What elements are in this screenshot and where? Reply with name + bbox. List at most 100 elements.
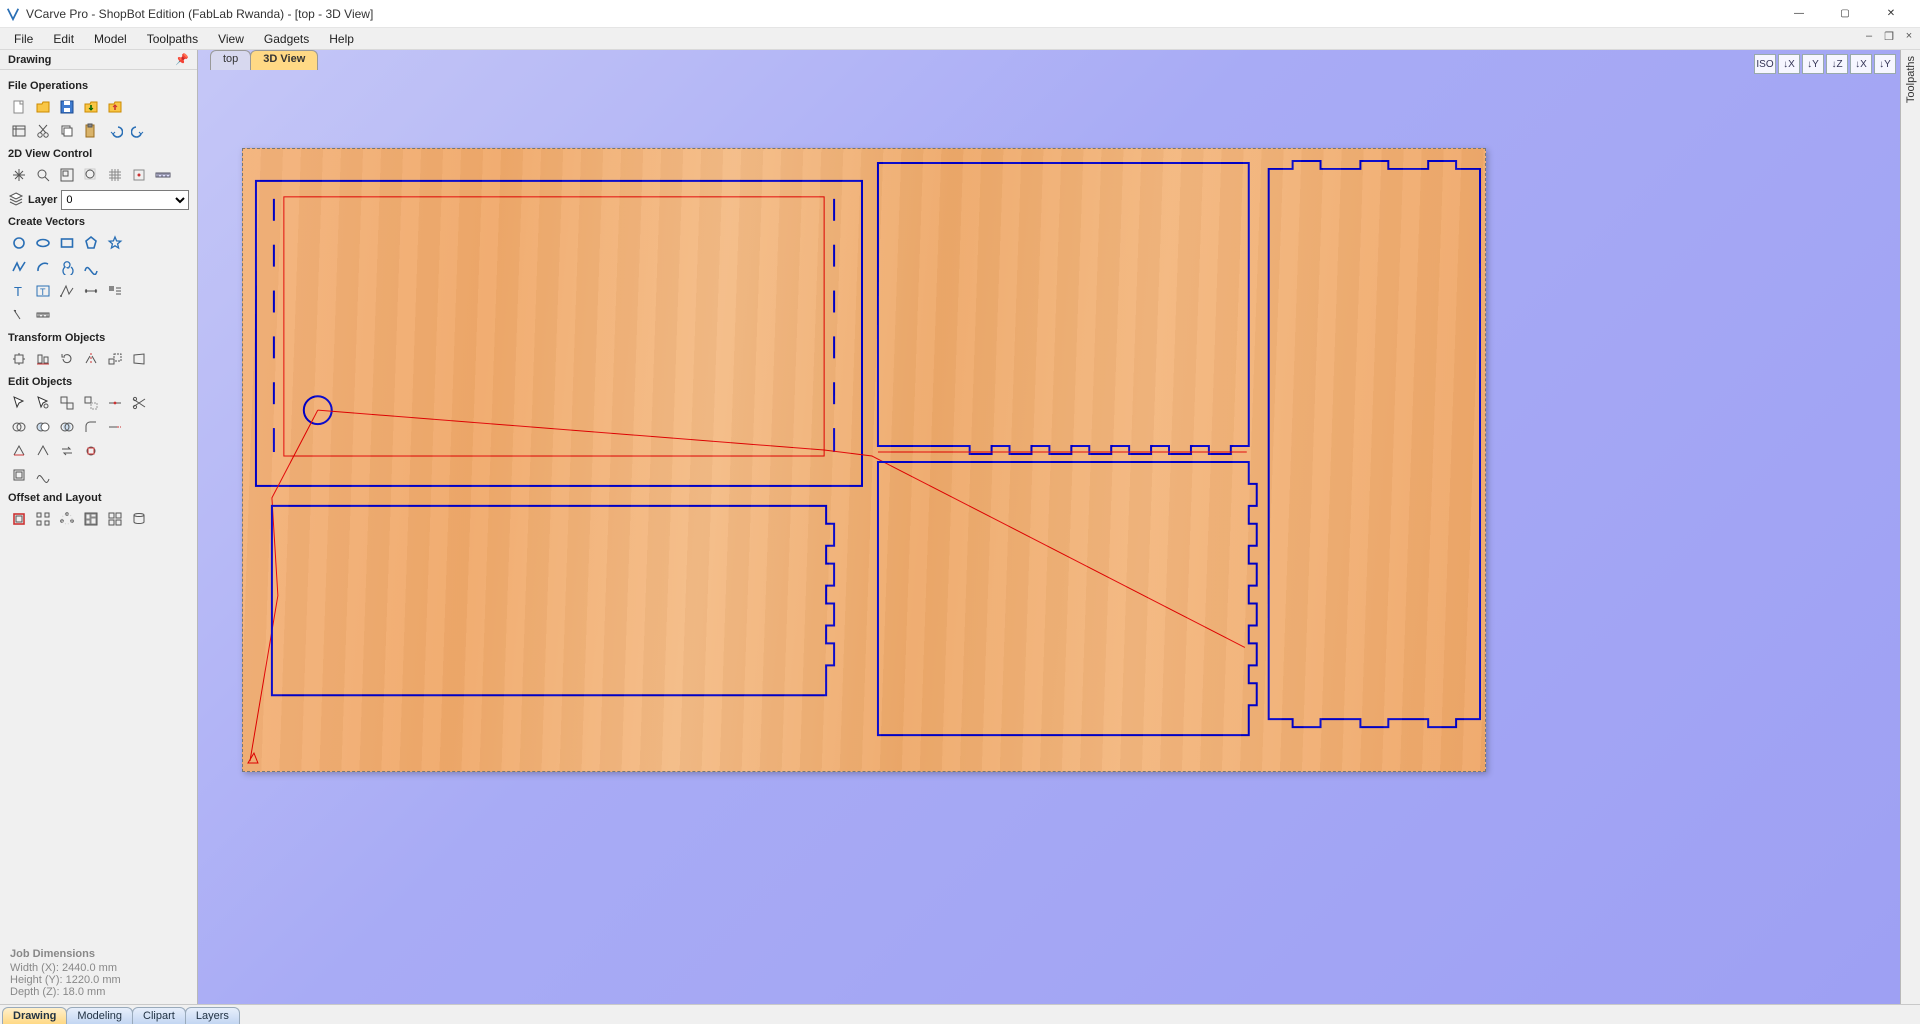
align-tool[interactable] [32,348,54,370]
group-tool[interactable] [56,392,78,414]
array-tool[interactable] [32,508,54,530]
text-block-tool[interactable]: T [32,280,54,302]
view-tabs: top 3D View [210,50,317,70]
distort-tool[interactable] [128,348,150,370]
polygon-tool[interactable] [80,232,102,254]
rectangle-tool[interactable] [56,232,78,254]
join-tool[interactable] [104,392,126,414]
curve-tool[interactable] [80,256,102,278]
arc-tool[interactable] [32,256,54,278]
btab-drawing[interactable]: Drawing [2,1007,67,1024]
fillet-tool[interactable] [80,416,102,438]
paste-button[interactable] [80,120,102,142]
menu-view[interactable]: View [208,30,254,48]
workspace: Drawing 📌 File Operations 2 [0,50,1920,1004]
layer-select[interactable]: 0 [61,190,189,210]
weld-tool[interactable] [8,416,30,438]
extend-tool[interactable] [104,416,126,438]
btab-clipart[interactable]: Clipart [132,1007,186,1024]
star-tool[interactable] [104,232,126,254]
vectorize-tool[interactable] [104,280,126,302]
menu-gadgets[interactable]: Gadgets [254,30,319,48]
redo-button[interactable] [128,120,150,142]
offset-tool[interactable] [8,508,30,530]
spiral-tool[interactable] [56,256,78,278]
svg-text:T: T [14,284,22,299]
move-tool[interactable] [8,348,30,370]
cut-button[interactable] [32,120,54,142]
canvas-area: top 3D View ISO ↓X ↓Y ↓Z ↓X ↓Y [198,50,1900,1004]
btab-layers[interactable]: Layers [185,1007,240,1024]
open-file-button[interactable] [32,96,54,118]
dimension-tool[interactable] [80,280,102,302]
job-setup-button[interactable] [8,120,30,142]
polyline-tool[interactable] [8,256,30,278]
trace-tool[interactable] [56,280,78,302]
save-file-button[interactable] [56,96,78,118]
rotate-tool[interactable] [56,348,78,370]
circle-tool[interactable] [8,232,30,254]
mdi-minimize[interactable]: – [1862,30,1876,43]
copy-button[interactable] [56,120,78,142]
layer-stack-icon[interactable] [8,191,24,210]
snap-toggle-button[interactable] [128,164,150,186]
reverse-tool[interactable] [56,440,78,462]
zoom-window-button[interactable] [56,164,78,186]
mdi-close[interactable]: × [1902,30,1916,43]
select-tool[interactable] [8,392,30,414]
view-y2-button[interactable]: ↓Y [1874,54,1896,74]
scale-tool[interactable] [104,348,126,370]
canvas-3d-view[interactable] [216,74,1882,986]
ruler-toggle-button[interactable] [152,164,174,186]
measure-tool[interactable] [32,304,54,326]
trim-tool[interactable] [128,392,150,414]
plate-layout-tool[interactable] [104,508,126,530]
view-x2-button[interactable]: ↓X [1850,54,1872,74]
open-vector-tool[interactable] [32,440,54,462]
view-iso-button[interactable]: ISO [1754,54,1776,74]
subtract-tool[interactable] [32,416,54,438]
mdi-restore[interactable]: ❐ [1882,30,1896,43]
boundary-tool[interactable] [8,464,30,486]
convert-tool[interactable] [80,440,102,462]
menu-edit[interactable]: Edit [43,30,84,48]
menu-file[interactable]: File [4,30,43,48]
ellipse-tool[interactable] [32,232,54,254]
mirror-tool[interactable] [80,348,102,370]
window-close-button[interactable]: ✕ [1868,0,1914,28]
toolpaths-label[interactable]: Toolpaths [1905,56,1917,103]
point-tool[interactable] [8,304,30,326]
job-dims-width: Width (X): 2440.0 mm [10,962,187,974]
grid-toggle-button[interactable] [104,164,126,186]
import-file-button[interactable] [80,96,102,118]
intersect-tool[interactable] [56,416,78,438]
zoom-selected-button[interactable] [80,164,102,186]
pan-button[interactable] [8,164,30,186]
undo-button[interactable] [104,120,126,142]
menu-toolpaths[interactable]: Toolpaths [137,30,208,48]
node-edit-tool[interactable] [32,392,54,414]
menu-model[interactable]: Model [84,30,137,48]
fit-curves-tool[interactable] [32,464,54,486]
ungroup-tool[interactable] [80,392,102,414]
view-tab-top[interactable]: top [210,50,251,70]
export-file-button[interactable] [104,96,126,118]
view-tab-3d[interactable]: 3D View [250,50,318,70]
view-z-button[interactable]: ↓Z [1826,54,1848,74]
toolpaths-strip[interactable]: Toolpaths [1900,50,1920,1004]
close-vector-tool[interactable] [8,440,30,462]
zoom-fit-button[interactable] [32,164,54,186]
offset-row [8,508,189,530]
new-file-button[interactable] [8,96,30,118]
nest-tool[interactable] [80,508,102,530]
view-x-button[interactable]: ↓X [1778,54,1800,74]
menu-help[interactable]: Help [319,30,364,48]
pin-icon[interactable]: 📌 [175,53,189,66]
text-tool[interactable]: T [8,280,30,302]
circular-array-tool[interactable] [56,508,78,530]
btab-modeling[interactable]: Modeling [66,1007,133,1024]
window-maximize-button[interactable]: ▢ [1822,0,1868,28]
wrap-tool[interactable] [128,508,150,530]
window-minimize-button[interactable]: — [1776,0,1822,28]
view-y-button[interactable]: ↓Y [1802,54,1824,74]
